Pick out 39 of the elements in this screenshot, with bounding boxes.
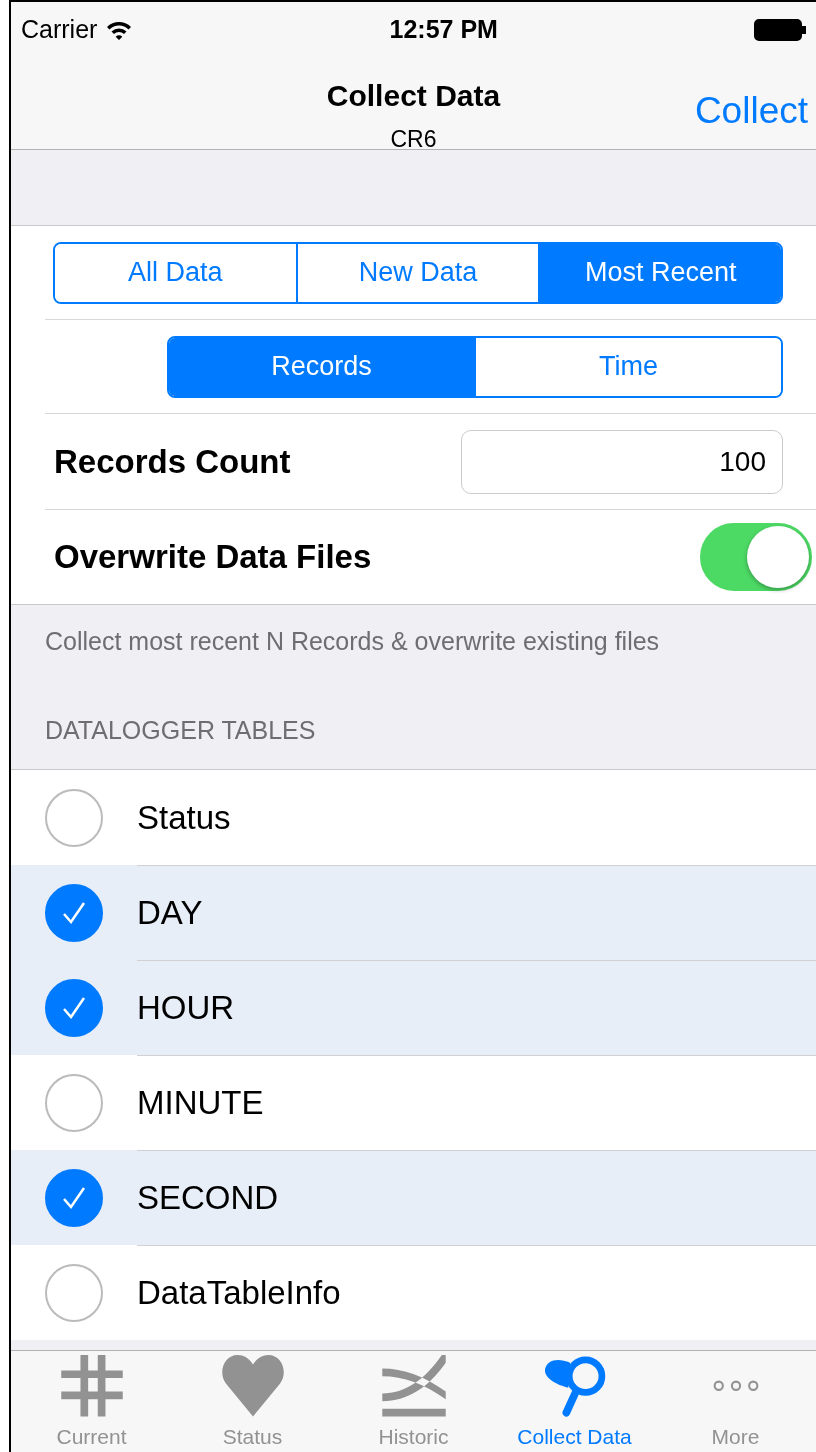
table-name: HOUR [137,988,235,1029]
battery-icon [754,17,806,42]
footer-note: Collect most recent N Records & overwrite existing files [44,626,661,657]
segment-tab[interactable]: Most Recent [538,243,781,302]
section-header: DATALOGGER TABLES [45,716,316,744]
tab-bar-item[interactable]: More [655,1351,816,1452]
segment-tab[interactable]: Records [169,337,474,396]
tab-label: Collect Data [517,1423,632,1450]
table-row[interactable]: HOUR [11,960,816,1055]
records-count-field[interactable]: 100 [461,429,783,494]
nav-subtitle: CR6 [390,125,437,154]
records-count-label: Records Count [54,441,291,482]
table-name: DAY [137,893,203,934]
overwrite-label: Overwrite Data Files [54,537,372,578]
table-name: DataTableInfo [137,1273,341,1314]
heart-icon [219,1355,286,1417]
tab-label: Status [222,1423,283,1450]
tab-label: More [711,1423,760,1450]
segment-tab[interactable]: Time [474,337,781,396]
tab-bar-item[interactable]: Historic [333,1351,494,1452]
table-row[interactable]: DAY [11,865,816,960]
tab-label: Current [56,1423,127,1450]
tab-bar-item[interactable]: Current [11,1351,172,1452]
table-name: Status [137,797,231,838]
tab-label: Historic [378,1423,449,1450]
tab-bar-item[interactable]: Collect Data [494,1351,655,1452]
table-row[interactable]: Status [11,770,816,865]
table-row[interactable]: MINUTE [11,1055,816,1150]
carrier-label: Carrier [21,13,98,45]
crossing-curves-icon [380,1355,447,1417]
table-row[interactable]: DataTableInfo [11,1245,816,1340]
nav-title: Collect Data [326,78,501,114]
overwrite-toggle[interactable] [700,523,812,591]
collect-button[interactable]: Collect [694,83,808,139]
tab-bar-item[interactable]: Status [172,1351,333,1452]
table-name: MINUTE [137,1083,264,1124]
table-row[interactable]: SECOND [11,1150,816,1245]
status-time: 12:57 PM [389,13,498,45]
table-name: SECOND [137,1178,279,1219]
